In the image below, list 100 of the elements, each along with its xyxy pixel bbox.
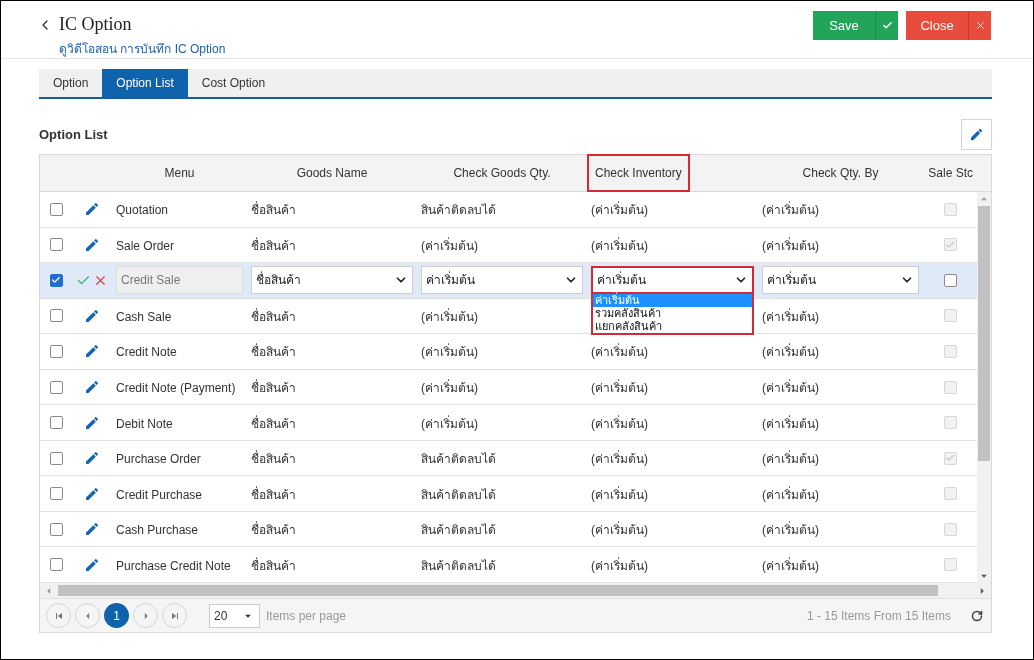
- table-cell: (ค่าเริ่มต้น): [591, 381, 648, 395]
- table-cell: (ค่าเริ่มต้น): [762, 238, 819, 253]
- table-cell: Credit Note: [116, 345, 177, 360]
- table-cell: (ค่าเริ่มต้น): [762, 345, 819, 360]
- tab[interactable]: Cost Option: [187, 69, 280, 97]
- save-check-button[interactable]: [875, 11, 898, 40]
- column-header: Check Qty. By: [802, 165, 879, 182]
- table-cell: (ค่าเริ่มต้น): [591, 238, 648, 253]
- table-cell: (ค่าเริ่มต้น): [421, 381, 478, 395]
- table-cell: Credit Purchase: [116, 487, 203, 502]
- table-cell: Debit Note: [116, 416, 173, 431]
- checkbox[interactable]: [49, 273, 63, 287]
- pencil-icon[interactable]: [84, 201, 100, 218]
- tab[interactable]: Option List: [102, 69, 188, 97]
- tutorial-link[interactable]: ดูวิดีโอสอน การบันทึก IC Option: [59, 40, 226, 58]
- checkbox[interactable]: [49, 344, 63, 358]
- checkbox[interactable]: [49, 309, 63, 323]
- column-header: Check Inventory: [587, 154, 690, 192]
- checkbox[interactable]: [943, 273, 957, 287]
- checkbox[interactable]: [49, 202, 63, 216]
- page-button[interactable]: 1: [104, 603, 129, 628]
- table-cell: (ค่าเริ่มต้น): [421, 416, 478, 431]
- table-cell: Sale Order: [116, 238, 175, 253]
- dropdown-option[interactable]: แยกคลังสินค้า: [593, 320, 752, 334]
- table-cell: ชื่อสินค้า: [251, 203, 296, 218]
- vertical-scrollbar[interactable]: [977, 192, 991, 583]
- dropdown-select[interactable]: ชื่อสินค้า: [251, 266, 413, 295]
- table-cell: สินค้าติดลบได้: [421, 558, 496, 573]
- table-cell: ชื่อสินค้า: [251, 381, 296, 395]
- table-cell: (ค่าเริ่มต้น): [762, 558, 819, 573]
- table-cell: สินค้าติดลบได้: [421, 487, 496, 502]
- column-header: Menu: [164, 165, 195, 182]
- table-cell: (ค่าเริ่มต้น): [421, 345, 478, 360]
- table-cell: (ค่าเริ่มต้น): [591, 203, 648, 218]
- table-cell: (ค่าเริ่มต้น): [762, 309, 819, 324]
- table-cell: (ค่าเริ่มต้น): [762, 452, 819, 467]
- pencil-icon[interactable]: [84, 236, 100, 253]
- table-cell: (ค่าเริ่มต้น): [762, 381, 819, 395]
- table-cell: Quotation: [116, 203, 169, 218]
- pencil-icon[interactable]: [84, 450, 100, 467]
- checkbox[interactable]: [49, 558, 63, 572]
- pencil-icon: [969, 127, 984, 142]
- table-cell: สินค้าติดลบได้: [421, 523, 496, 538]
- table-cell: Cash Purchase: [116, 523, 199, 538]
- pencil-icon[interactable]: [84, 556, 100, 573]
- horizontal-scrollbar[interactable]: [40, 583, 991, 598]
- dropdown-select[interactable]: ค่าเริ่มต้น: [762, 266, 919, 295]
- close-icon: [974, 20, 986, 31]
- pencil-icon[interactable]: [84, 379, 100, 395]
- pencil-icon[interactable]: [84, 343, 100, 360]
- checkbox[interactable]: [49, 238, 63, 252]
- table-cell: ชื่อสินค้า: [251, 487, 296, 502]
- items-summary: 1 - 15 Items From 15 Items: [806, 607, 951, 625]
- table-cell: Purchase Order: [116, 452, 201, 467]
- table-cell: (ค่าเริ่มต้น): [762, 416, 819, 431]
- table-cell: (ค่าเริ่มต้น): [762, 487, 819, 502]
- page-size-select[interactable]: 20: [209, 603, 260, 628]
- table-cell: (ค่าเริ่มต้น): [591, 452, 648, 467]
- dropdown-select[interactable]: ค่าเริ่มต้น: [591, 266, 754, 295]
- checkbox[interactable]: [49, 451, 63, 465]
- checkbox[interactable]: [49, 522, 63, 536]
- table-cell: ชื่อสินค้า: [251, 452, 296, 467]
- items-per-page-label: Items per page: [266, 607, 347, 625]
- table-cell: ชื่อสินค้า: [251, 416, 296, 431]
- checkbox[interactable]: [49, 416, 63, 430]
- table-cell: (ค่าเริ่มต้น): [591, 523, 648, 538]
- table-cell: ชื่อสินค้า: [251, 238, 296, 253]
- menu-input-field[interactable]: Credit Sale: [116, 266, 243, 295]
- table-cell: สินค้าติดลบได้: [421, 452, 496, 467]
- table-cell: Purchase Credit Note: [116, 558, 231, 573]
- pencil-icon[interactable]: [84, 414, 100, 431]
- close-button[interactable]: Close: [906, 11, 968, 40]
- pencil-icon[interactable]: [84, 521, 100, 538]
- dropdown-select[interactable]: ค่าเริ่มต้น: [421, 266, 583, 295]
- check-icon: [51, 275, 61, 286]
- table-cell: สินค้าติดลบได้: [421, 203, 496, 218]
- table-cell: (ค่าเริ่มต้น): [762, 523, 819, 538]
- tab[interactable]: Option: [39, 69, 103, 97]
- check-icon: [881, 20, 893, 31]
- dropdown-option[interactable]: รวมคลังสินค้า: [593, 307, 752, 321]
- table-cell: (ค่าเริ่มต้น): [591, 345, 648, 360]
- column-header: Check Goods Qty.: [453, 165, 551, 182]
- table-cell: ชื่อสินค้า: [251, 309, 296, 324]
- edit-button[interactable]: [961, 119, 992, 150]
- table-cell: (ค่าเริ่มต้น): [591, 416, 648, 431]
- column-header: Sale Stc: [928, 165, 973, 182]
- table-cell: (ค่าเริ่มต้น): [591, 487, 648, 502]
- table-cell: ชื่อสินค้า: [251, 523, 296, 538]
- refresh-icon[interactable]: [971, 609, 983, 622]
- table-cell: Cash Sale: [116, 309, 172, 324]
- pencil-icon[interactable]: [84, 307, 100, 324]
- checkbox[interactable]: [49, 380, 63, 394]
- table-cell: (ค่าเริ่มต้น): [591, 558, 648, 573]
- pencil-icon[interactable]: [84, 485, 100, 502]
- checkbox[interactable]: [49, 487, 63, 501]
- section-title: Option List: [39, 125, 108, 144]
- page-title: IC Option: [59, 13, 132, 36]
- table-cell: (ค่าเริ่มต้น): [762, 203, 819, 218]
- table-cell: (ค่าเริ่มต้น): [421, 238, 478, 253]
- table-cell: ชื่อสินค้า: [251, 558, 296, 573]
